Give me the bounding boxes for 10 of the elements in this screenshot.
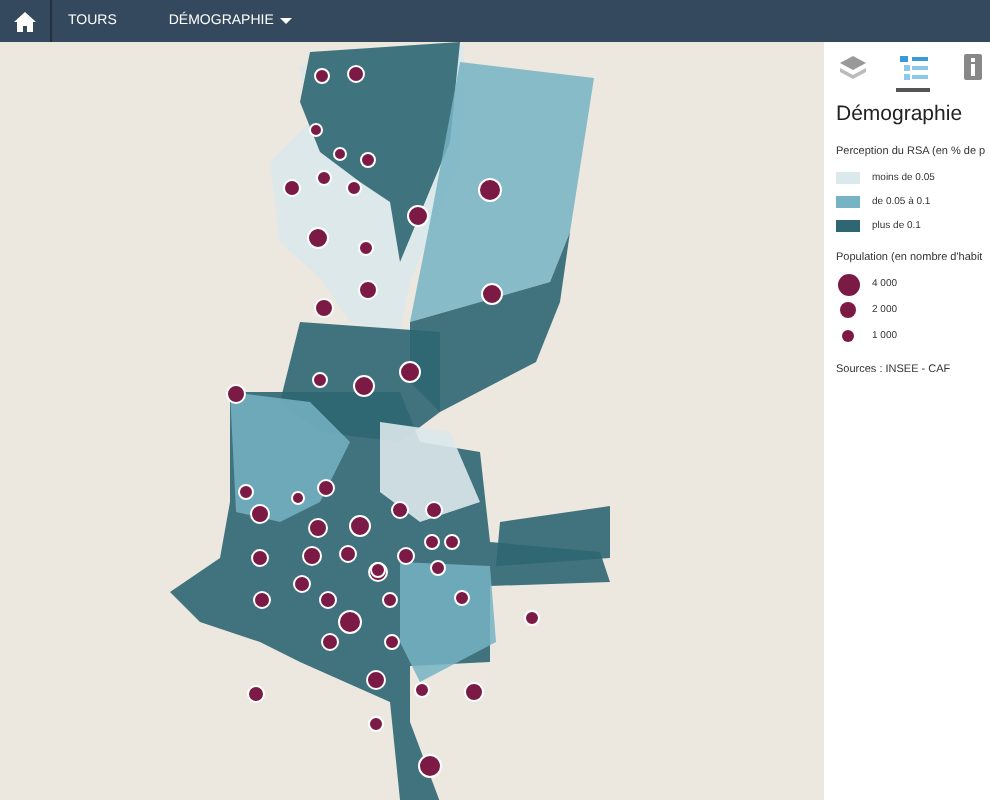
panel-title: Démographie xyxy=(836,102,965,126)
circle-symbol xyxy=(840,302,856,318)
circle-symbol xyxy=(842,330,854,342)
legend-icon xyxy=(899,55,927,79)
circle-symbol xyxy=(837,273,859,295)
caret-icon xyxy=(279,18,292,24)
info-icon xyxy=(963,54,982,80)
home-icon xyxy=(14,11,36,31)
map-view[interactable] xyxy=(0,42,824,800)
layers-icon xyxy=(840,55,867,79)
